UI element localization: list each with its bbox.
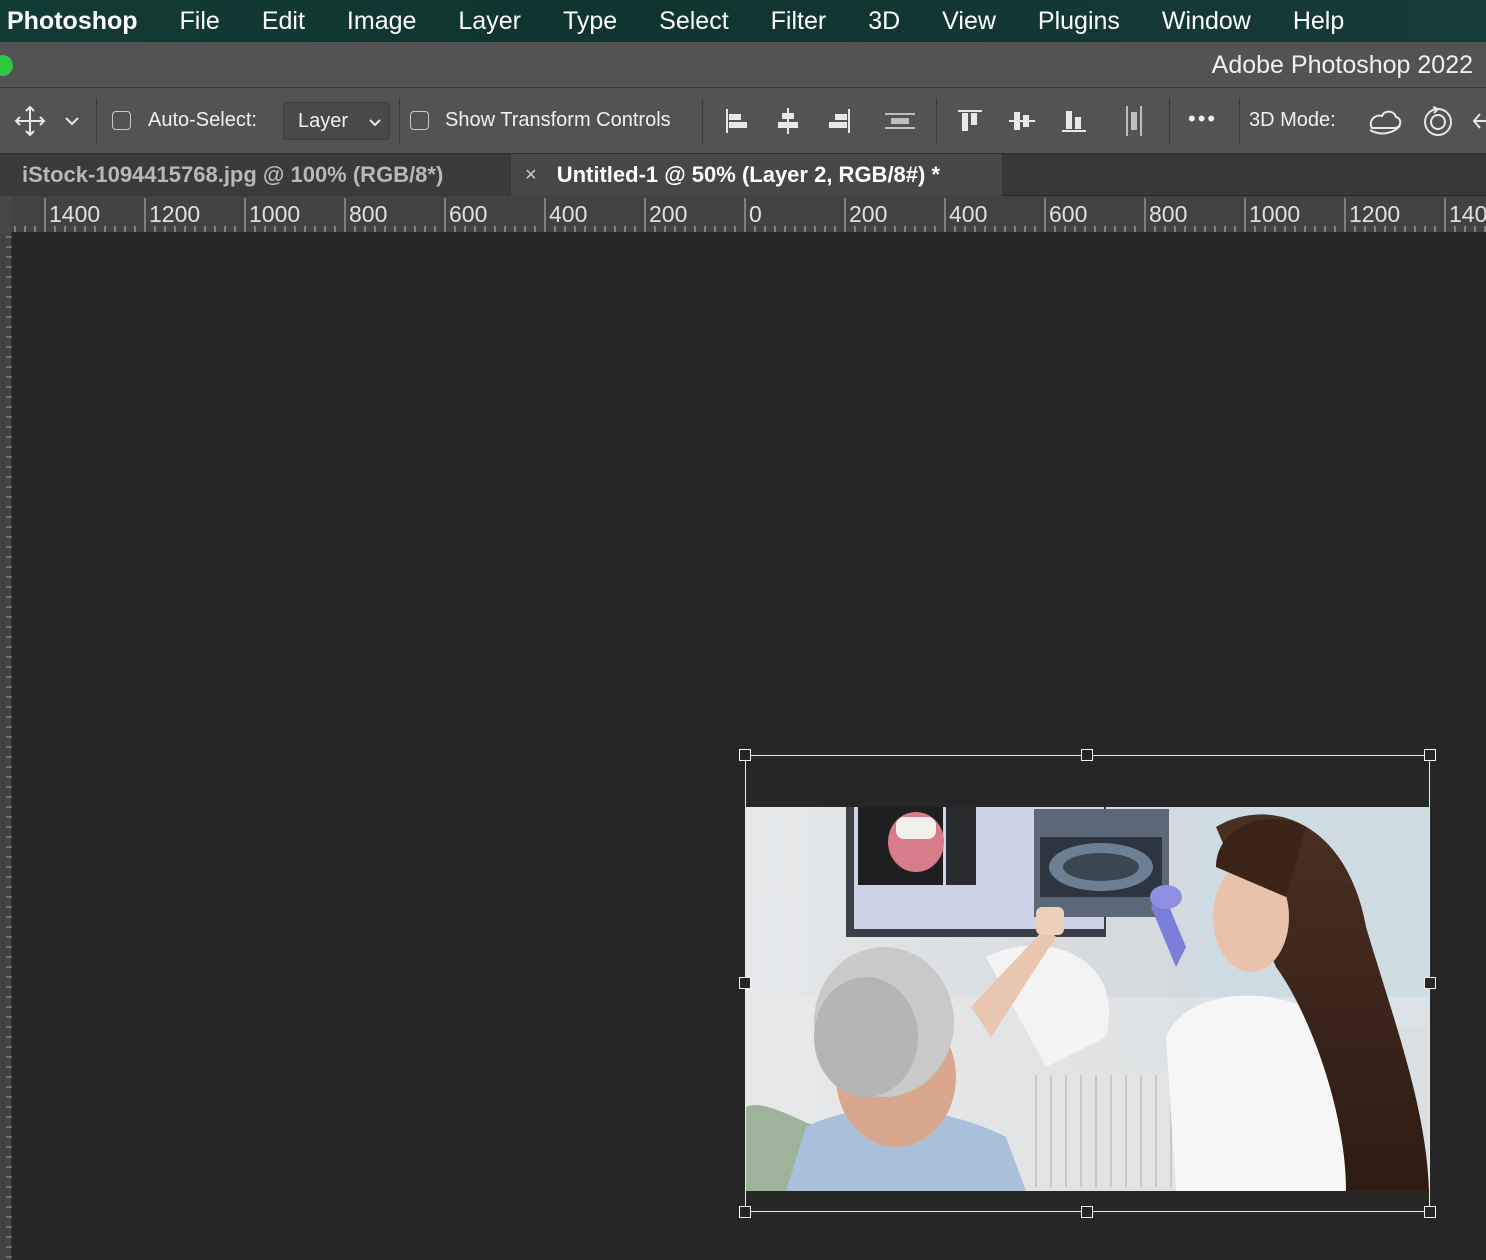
horizontal-ruler[interactable]: 1400 1200 1000 800 600 400 200 0 200 400… <box>0 196 1486 233</box>
3d-mode-label: 3D Mode: <box>1249 109 1336 131</box>
distribute-horizontal-icon[interactable] <box>882 102 918 140</box>
menu-view[interactable]: View <box>942 7 996 36</box>
transform-handle-top-left[interactable] <box>739 749 751 761</box>
transform-handle-middle-left[interactable] <box>739 977 751 989</box>
tool-preset-chevron-down-icon[interactable] <box>56 102 88 140</box>
align-top-icon[interactable] <box>952 102 988 140</box>
ruler-label: 600 <box>1049 201 1088 227</box>
toolbar-divider <box>399 98 400 144</box>
tab-untitled-1[interactable]: × Untitled-1 @ 50% (Layer 2, RGB/8#) * <box>511 154 1002 196</box>
window-title: Adobe Photoshop 2022 <box>1211 51 1473 79</box>
transform-handle-bottom-right[interactable] <box>1424 1206 1436 1218</box>
ruler-label: 800 <box>1149 201 1188 227</box>
ruler-label: 200 <box>849 201 888 227</box>
menu-help[interactable]: Help <box>1293 7 1344 36</box>
ruler-label: 800 <box>349 201 388 227</box>
auto-select-target-value: Layer <box>298 110 349 132</box>
align-vertical-center-icon[interactable] <box>1004 102 1040 140</box>
transform-bounding-box[interactable] <box>745 755 1430 1212</box>
transform-handle-top-center[interactable] <box>1081 749 1093 761</box>
transform-handle-middle-right[interactable] <box>1424 977 1436 989</box>
transform-handle-bottom-center[interactable] <box>1081 1206 1093 1218</box>
menu-edit[interactable]: Edit <box>262 7 305 36</box>
align-left-icon[interactable] <box>718 102 754 140</box>
ruler-label: 1200 <box>149 201 201 227</box>
auto-select-checkbox[interactable] <box>112 111 131 130</box>
ruler-label: 1200 <box>1349 201 1401 227</box>
document-tab-bar: iStock-1094415768.jpg @ 100% (RGB/8*) × … <box>0 154 1486 196</box>
close-tab-icon[interactable]: × <box>525 164 537 187</box>
ruler-label: 200 <box>649 201 688 227</box>
align-bottom-icon[interactable] <box>1056 102 1092 140</box>
app-menu-photoshop[interactable]: Photoshop <box>7 7 138 36</box>
menu-select[interactable]: Select <box>659 7 728 36</box>
tab-istock-document[interactable]: iStock-1094415768.jpg @ 100% (RGB/8*) <box>0 154 510 196</box>
show-transform-controls-label: Show Transform Controls <box>445 109 671 131</box>
ruler-label: 400 <box>949 201 988 227</box>
auto-select-label: Auto-Select: <box>148 109 257 131</box>
ruler-label: 0 <box>749 201 762 227</box>
menu-3d[interactable]: 3D <box>868 7 900 36</box>
toolbar-divider <box>96 98 97 144</box>
toolbar-divider <box>1239 98 1240 144</box>
ruler-label: 1000 <box>249 201 301 227</box>
toolbar-divider <box>1169 98 1170 144</box>
ruler-label: 1400 <box>49 201 101 227</box>
menu-layer[interactable]: Layer <box>458 7 521 36</box>
ruler-ticks <box>6 236 12 1258</box>
3d-orbit-icon[interactable] <box>1365 102 1405 140</box>
menu-plugins[interactable]: Plugins <box>1038 7 1120 36</box>
move-tool-icon[interactable] <box>12 102 48 140</box>
toolbar-divider <box>702 98 703 144</box>
menu-file[interactable]: File <box>180 7 220 36</box>
ruler-label: 600 <box>449 201 488 227</box>
chevron-down-icon <box>367 113 383 136</box>
ruler-label: 140 <box>1449 201 1486 227</box>
align-right-icon[interactable] <box>822 102 858 140</box>
macos-menu-bar: Photoshop File Edit Image Layer Type Sel… <box>0 0 1486 42</box>
window-title-bar: Adobe Photoshop 2022 <box>0 42 1486 88</box>
tab-label: iStock-1094415768.jpg @ 100% (RGB/8*) <box>22 162 444 187</box>
menu-image[interactable]: Image <box>347 7 416 36</box>
menu-filter[interactable]: Filter <box>771 7 827 36</box>
tab-label: Untitled-1 @ 50% (Layer 2, RGB/8#) * <box>556 162 941 187</box>
tool-options-bar: Auto-Select: Layer Show Transform Contro… <box>0 88 1486 154</box>
show-transform-controls-checkbox[interactable] <box>410 111 429 130</box>
3d-pan-icon[interactable] <box>1468 102 1486 140</box>
ruler-origin-corner[interactable] <box>0 196 12 233</box>
window-zoom-button[interactable] <box>0 55 13 76</box>
transform-handle-top-right[interactable] <box>1424 749 1436 761</box>
distribute-vertical-icon[interactable] <box>1116 102 1152 140</box>
auto-select-target-dropdown[interactable]: Layer <box>283 102 390 140</box>
menu-type[interactable]: Type <box>563 7 617 36</box>
3d-roll-icon[interactable] <box>1418 102 1458 140</box>
align-horizontal-center-icon[interactable] <box>770 102 806 140</box>
ruler-label: 400 <box>549 201 588 227</box>
ruler-label: 1000 <box>1249 201 1301 227</box>
transform-handle-bottom-left[interactable] <box>739 1206 751 1218</box>
menu-window[interactable]: Window <box>1162 7 1251 36</box>
toolbar-divider <box>936 98 937 144</box>
vertical-ruler[interactable] <box>0 233 12 1260</box>
more-options-icon[interactable]: ••• <box>1188 106 1217 132</box>
